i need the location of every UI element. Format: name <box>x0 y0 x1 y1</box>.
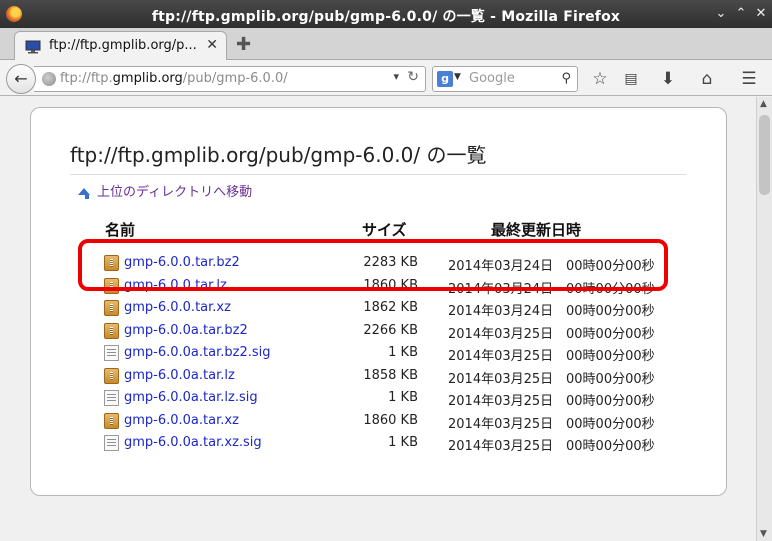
search-placeholder: Google <box>469 71 515 86</box>
parent-directory-label: 上位のディレクトリへ移動 <box>97 185 253 200</box>
scroll-down-icon[interactable]: ▼ <box>760 529 767 539</box>
file-date: 2014年03月25日 <box>448 371 554 387</box>
title-bar: ftp://ftp.gmplib.org/pub/gmp-6.0.0/ の一覧 … <box>0 0 772 28</box>
page-content: ftp://ftp.gmplib.org/pub/gmp-6.0.0/ の一覧 … <box>0 97 756 541</box>
file-name-link[interactable]: gmp-6.0.0a.tar.bz2.sig <box>124 345 271 360</box>
heading-divider <box>70 174 686 175</box>
file-time: 00時00分00秒 <box>566 439 655 454</box>
file-date: 2014年03月25日 <box>448 349 554 364</box>
file-time: 00時00分00秒 <box>566 304 655 319</box>
file-date: 2014年03月25日 <box>448 439 554 454</box>
archive-file-icon <box>104 300 119 316</box>
file-time: 00時00分00秒 <box>566 416 655 432</box>
back-icon: ← <box>14 69 28 88</box>
url-dropdown-icon[interactable]: ▾ <box>393 70 399 83</box>
file-size: 2266 KB <box>363 322 418 338</box>
file-time: 00時00分00秒 <box>566 326 655 342</box>
url-prefix: ftp://ftp. <box>60 71 113 86</box>
page-title: ftp://ftp.gmplib.org/pub/gmp-6.0.0/ の一覧 <box>70 143 487 167</box>
back-button[interactable]: ← <box>6 64 36 94</box>
navigation-bar: ftp://ftp.gmplib.org/pub/gmp-6.0.0/ ▾ ↻ … <box>0 60 772 96</box>
table-row: gmp-6.0.0a.tar.bz2.sig 1 KB 2014年03月25日 00時… <box>104 343 704 365</box>
file-name-link[interactable]: gmp-6.0.0a.tar.xz.sig <box>124 435 262 450</box>
binoculars-icon[interactable]: ⚲ <box>561 71 571 86</box>
table-row: gmp-6.0.0.tar.xz 1862 KB 2014年03月24日 00時00分… <box>104 298 704 320</box>
window-title: ftp://ftp.gmplib.org/pub/gmp-6.0.0/ の一覧 … <box>151 9 621 25</box>
url-bar[interactable]: ftp://ftp.gmplib.org/pub/gmp-6.0.0/ ▾ ↻ <box>34 66 426 92</box>
file-time: 00時00分00秒 <box>566 349 655 364</box>
home-icon[interactable]: ⌂ <box>696 68 718 90</box>
table-row: gmp-6.0.0a.tar.xz.sig 1 KB 2014年03月25日 00時0… <box>104 433 704 455</box>
text-file-icon <box>104 435 119 451</box>
tab-ftp-listing[interactable]: ftp://ftp.gmplib.org/p... ✕ <box>14 31 227 61</box>
url-host: gmplib.org <box>112 71 183 86</box>
tab-strip: ftp://ftp.gmplib.org/p... ✕ ✚ <box>0 28 772 61</box>
file-name-link[interactable]: gmp-6.0.0a.tar.lz <box>124 368 235 383</box>
url-path: /pub/gmp-6.0.0/ <box>182 71 288 86</box>
column-header-modified[interactable]: 最終更新日時 <box>491 219 581 240</box>
column-header-size[interactable]: サイズ <box>362 219 407 240</box>
reading-list-icon[interactable]: ▤ <box>620 68 642 90</box>
search-engine-dropdown-icon[interactable]: ▼ <box>454 72 461 82</box>
file-size: 1862 KB <box>363 300 418 315</box>
file-size: 1 KB <box>388 345 418 360</box>
file-date: 2014年03月24日 <box>448 304 554 319</box>
file-name-link[interactable]: gmp-6.0.0a.tar.xz <box>124 413 239 428</box>
scrollbar-thumb[interactable] <box>759 115 770 195</box>
archive-file-icon <box>104 322 119 339</box>
file-size: 1 KB <box>388 435 418 450</box>
globe-icon <box>42 72 56 86</box>
url-text[interactable]: ftp://ftp.gmplib.org/pub/gmp-6.0.0/ <box>60 71 288 86</box>
scroll-up-icon[interactable]: ▲ <box>760 99 767 109</box>
search-bar[interactable]: g ▼ Google ⚲ <box>432 66 578 92</box>
file-time: 00時00分00秒 <box>566 371 655 387</box>
file-date: 2014年03月25日 <box>448 394 554 409</box>
file-date: 2014年03月25日 <box>448 326 554 342</box>
parent-directory-link[interactable]: 上位のディレクトリへ移動 <box>78 181 252 200</box>
table-row: gmp-6.0.0a.tar.bz2 2266 KB 2014年03月25日 00時0… <box>104 321 704 343</box>
column-header-name[interactable]: 名前 <box>105 219 135 240</box>
text-file-icon <box>104 345 119 361</box>
text-file-icon <box>104 390 119 406</box>
file-name-link[interactable]: gmp-6.0.0a.tar.lz.sig <box>124 390 258 405</box>
up-arrow-stem <box>85 194 89 199</box>
file-size: 1858 KB <box>363 367 418 383</box>
reload-icon[interactable]: ↻ <box>407 69 419 85</box>
file-name-link[interactable]: gmp-6.0.0.tar.xz <box>124 300 231 315</box>
tab-title: ftp://ftp.gmplib.org/p... <box>49 38 197 53</box>
close-window-button[interactable]: ✕ <box>752 5 770 23</box>
google-icon[interactable]: g <box>437 71 453 87</box>
menu-icon[interactable]: ☰ <box>738 68 760 90</box>
monitor-icon <box>25 40 41 54</box>
highlight-annotation <box>78 239 668 291</box>
download-icon[interactable]: ⬇ <box>657 68 679 90</box>
maximize-button[interactable]: ⌃ <box>732 5 750 23</box>
table-row: gmp-6.0.0a.tar.xz 1860 KB 2014年03月25日 00時00… <box>104 411 704 433</box>
file-time: 00時00分00秒 <box>566 394 655 409</box>
file-name-link[interactable]: gmp-6.0.0a.tar.bz2 <box>124 323 248 338</box>
minimize-button[interactable]: ⌄ <box>712 5 730 23</box>
archive-file-icon <box>104 367 119 384</box>
tab-close-icon[interactable]: ✕ <box>206 37 218 53</box>
file-size: 1860 KB <box>363 412 418 428</box>
vertical-scrollbar[interactable]: ▲ ▼ <box>756 97 772 541</box>
bookmark-star-icon[interactable]: ☆ <box>589 68 611 90</box>
file-size: 1 KB <box>388 390 418 405</box>
table-row: gmp-6.0.0a.tar.lz 1858 KB 2014年03月25日 00時00… <box>104 366 704 388</box>
archive-file-icon <box>104 412 119 429</box>
file-date: 2014年03月25日 <box>448 416 554 432</box>
table-row: gmp-6.0.0a.tar.lz.sig 1 KB 2014年03月25日 00時0… <box>104 388 704 410</box>
new-tab-icon[interactable]: ✚ <box>236 34 251 55</box>
